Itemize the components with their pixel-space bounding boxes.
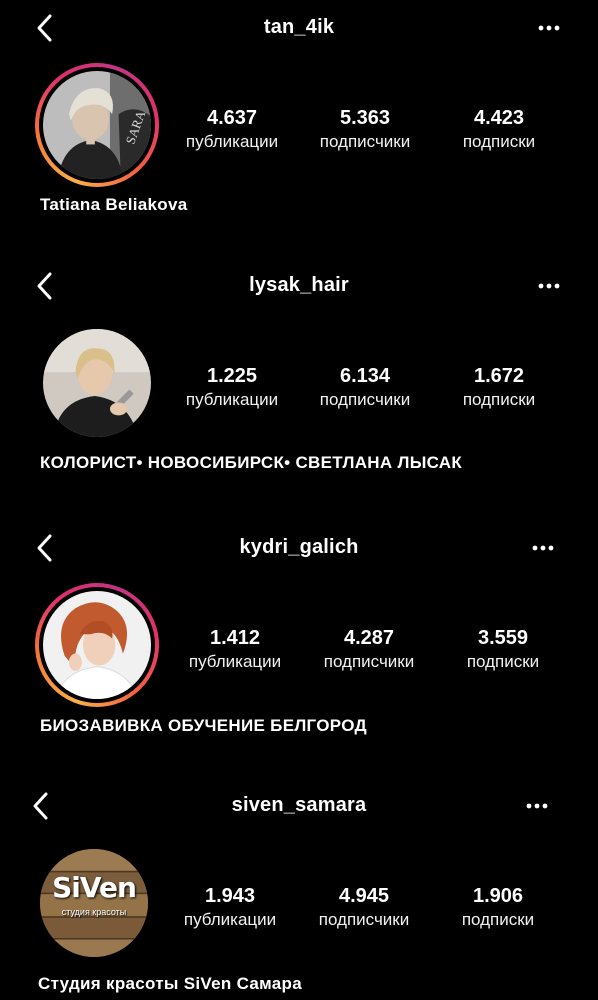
- followers-count-label: подписчики: [323, 652, 415, 671]
- more-horizontal-icon[interactable]: [538, 20, 560, 36]
- followers-count[interactable]: 6.134 подписчики: [300, 364, 430, 411]
- siven-logo-text: SiVen: [52, 871, 137, 904]
- posts-count-value: 1.225: [206, 365, 258, 387]
- followers-count-label: подписчики: [318, 910, 410, 929]
- profile-header: kydri_galich: [0, 520, 598, 576]
- following-count-value: 1.672: [473, 365, 525, 387]
- followers-count-label: подписчики: [319, 132, 411, 151]
- following-count[interactable]: 1.906 подписки: [433, 884, 563, 931]
- following-count-value: 4.423: [473, 107, 525, 129]
- followers-count[interactable]: 4.287 подписчики: [304, 626, 434, 673]
- followers-count-label: подписчики: [319, 390, 411, 409]
- avatar[interactable]: SiVen студия красоты: [32, 841, 156, 965]
- bio-name: Tatiana Beliakova: [40, 195, 188, 214]
- siven-logo-subtext: студия красоты: [61, 907, 127, 917]
- followers-count-value: 4.287: [343, 627, 395, 649]
- more-horizontal-icon[interactable]: [526, 798, 548, 814]
- followers-count[interactable]: 4.945 подписчики: [299, 884, 429, 931]
- posts-count-value: 1.943: [204, 885, 256, 907]
- siven-logo-wood: SiVen студия красоты: [40, 849, 148, 957]
- posts-count-label: публикации: [185, 390, 279, 409]
- followers-count[interactable]: 5.363 подписчики: [300, 106, 430, 153]
- curly-red-hair-woman-photo: [43, 591, 151, 699]
- profile-username: siven_samara: [231, 794, 367, 816]
- posts-count-label: публикации: [188, 652, 282, 671]
- profile-card-siven-samara: siven_samara SiVen студия красоты 1.943: [0, 778, 598, 1000]
- following-count-label: подписки: [466, 652, 540, 671]
- bio-line-cropped: [40, 743, 130, 747]
- more-horizontal-icon[interactable]: [538, 278, 560, 294]
- posts-count[interactable]: 1.412 публикации: [170, 626, 300, 673]
- posts-count[interactable]: 1.943 публикации: [165, 884, 295, 931]
- following-count-label: подписки: [461, 910, 535, 929]
- posts-count[interactable]: 1.225 публикации: [167, 364, 297, 411]
- blonde-woman-with-scissors-photo: [43, 329, 151, 437]
- following-count-value: 1.906: [472, 885, 524, 907]
- followers-count-value: 6.134: [339, 365, 391, 387]
- posts-count-value: 1.412: [209, 627, 261, 649]
- bio-name: БИОЗАВИВКА ОБУЧЕНИЕ БЕЛГОРОД: [40, 716, 367, 735]
- profile-header: siven_samara: [0, 778, 598, 834]
- avatar[interactable]: [35, 583, 159, 707]
- posts-count-value: 4.637: [206, 107, 258, 129]
- woman-short-hair-photo: SARA: [43, 71, 151, 179]
- bio-line-cropped: [40, 222, 370, 226]
- profile-username: lysak_hair: [249, 274, 349, 296]
- posts-count[interactable]: 4.637 публикации: [167, 106, 297, 153]
- profile-card-lysak-hair: lysak_hair 1.225 публикации 6.134 подпис…: [0, 258, 598, 508]
- profile-card-tan-4ik: tan_4ik SARA 4.637 публикации 5.363 подп…: [0, 0, 598, 250]
- avatar[interactable]: [35, 321, 159, 445]
- following-count[interactable]: 1.672 подписки: [434, 364, 564, 411]
- following-count-label: подписки: [462, 132, 536, 151]
- following-count-value: 3.559: [477, 627, 529, 649]
- followers-count-value: 4.945: [338, 885, 390, 907]
- profile-header: lysak_hair: [0, 258, 598, 314]
- profile-header: tan_4ik: [0, 0, 598, 56]
- following-count-label: подписки: [462, 390, 536, 409]
- posts-count-label: публикации: [183, 910, 277, 929]
- bio-name: КОЛОРИСТ• НОВОСИБИРСК• СВЕТЛАНА ЛЫСАК: [40, 453, 463, 472]
- bio-line-cropped: [40, 480, 140, 484]
- bio-name: Студия красоты SiVen Самара: [38, 974, 302, 993]
- profile-username: tan_4ik: [263, 16, 335, 38]
- profile-username: kydri_galich: [239, 536, 359, 558]
- followers-count-value: 5.363: [339, 107, 391, 129]
- more-horizontal-icon[interactable]: [532, 540, 554, 556]
- following-count[interactable]: 3.559 подписки: [438, 626, 568, 673]
- following-count[interactable]: 4.423 подписки: [434, 106, 564, 153]
- avatar[interactable]: SARA: [35, 63, 159, 187]
- profile-card-kydri-galich: kydri_galich 1.412 публикации 4.287 подп…: [0, 520, 598, 770]
- posts-count-label: публикации: [185, 132, 279, 151]
